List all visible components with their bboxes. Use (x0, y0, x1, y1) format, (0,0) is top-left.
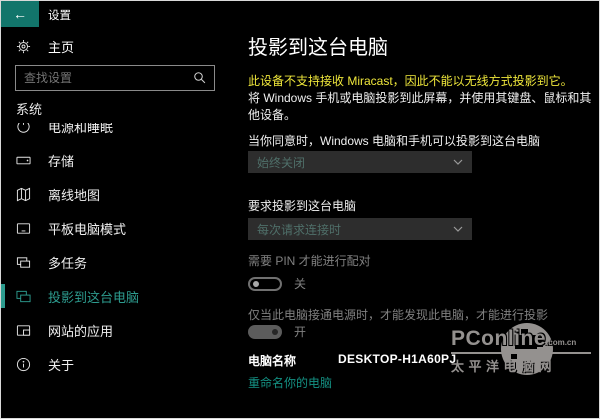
sidebar-nav: 电源和睡眠 存储 离线地图 (1, 123, 236, 413)
consent-dropdown[interactable]: 始终关闭 (248, 151, 472, 173)
consent-dropdown-value: 始终关闭 (257, 154, 305, 171)
sidebar-item-apps-for-websites[interactable]: 网站的应用 (1, 313, 236, 347)
sidebar-item-label: 离线地图 (48, 185, 100, 204)
power-toggle-label: 仅当此电脑接通电源时，才能发现此电脑，才能进行投影 (248, 306, 593, 323)
back-button[interactable]: ← (1, 1, 39, 27)
consent-dropdown-label: 当你同意时，Windows 电脑和手机可以投影到这台电脑 (248, 132, 593, 149)
sidebar-item-offline-maps[interactable]: 离线地图 (1, 177, 236, 211)
settings-window: ← 设置 主页 (0, 0, 600, 419)
window-title: 设置 (48, 7, 71, 23)
sidebar-item-label: 投影到这台电脑 (48, 287, 139, 306)
power-toggle-state: 开 (294, 323, 306, 340)
pconline-watermark: PConline.com.cn 太平洋电脑网 (451, 327, 591, 375)
sidebar-item-project-to-pc[interactable]: 投影到这台电脑 (1, 279, 236, 313)
pc-name-value: DESKTOP-H1A60PJ (338, 352, 456, 369)
search-box[interactable] (15, 65, 215, 91)
toggle-off-icon[interactable] (248, 277, 282, 291)
watermark-domain: .com.cn (546, 338, 576, 347)
chevron-down-icon (453, 226, 463, 232)
sidebar-item-multitasking[interactable]: 多任务 (1, 245, 236, 279)
selected-indicator (1, 284, 5, 308)
pin-toggle-label: 需要 PIN 才能进行配对 (248, 252, 593, 269)
rename-pc-link[interactable]: 重命名你的电脑 (248, 374, 332, 391)
sidebar-item-label: 多任务 (48, 253, 87, 272)
gear-icon (16, 39, 31, 54)
power-icon (16, 123, 31, 134)
ask-dropdown-label: 要求投影到这台电脑 (248, 197, 593, 214)
sidebar-item-tablet-mode[interactable]: 平板电脑模式 (1, 211, 236, 245)
sidebar-item-label: 电源和睡眠 (48, 123, 113, 136)
multitasking-icon (16, 255, 31, 270)
project-icon (16, 289, 31, 304)
sidebar: 主页 系统 电源和睡眠 (1, 27, 236, 418)
sidebar-item-label: 关于 (48, 355, 74, 374)
offline-maps-icon (16, 187, 31, 202)
pc-name-label: 电脑名称 (248, 352, 296, 369)
sidebar-item-label: 存储 (48, 151, 74, 170)
tablet-mode-icon (16, 221, 31, 236)
sidebar-item-label: 网站的应用 (48, 321, 113, 340)
storage-icon (16, 153, 31, 168)
sidebar-section-system: 系统 (16, 99, 42, 118)
sidebar-item-home[interactable]: 主页 (16, 37, 74, 56)
sidebar-item-power-sleep[interactable]: 电源和睡眠 (1, 123, 236, 143)
about-icon (16, 357, 31, 372)
sidebar-item-about[interactable]: 关于 (1, 347, 236, 381)
home-label: 主页 (48, 37, 74, 56)
pc-name-row: 电脑名称 DESKTOP-H1A60PJ (248, 352, 456, 369)
ask-dropdown[interactable]: 每次请求连接时 (248, 218, 472, 240)
pin-toggle[interactable]: 关 (248, 275, 306, 292)
titlebar: ← 设置 (1, 1, 599, 27)
sidebar-item-storage[interactable]: 存储 (1, 143, 236, 177)
page-description: 将 Windows 手机或电脑投影到此屏幕，并使用其键盘、鼠标和其他设备。 (248, 90, 600, 125)
watermark-brand: PConline.com.cn (451, 327, 591, 351)
chevron-down-icon (453, 159, 463, 165)
search-input[interactable] (16, 71, 193, 85)
page-title: 投影到这台电脑 (248, 31, 388, 60)
back-arrow-icon: ← (13, 6, 27, 22)
sidebar-item-label: 平板电脑模式 (48, 219, 126, 238)
power-toggle[interactable]: 开 (248, 323, 306, 340)
apps-for-websites-icon (16, 323, 31, 338)
miracast-warning: 此设备不支持接收 Miracast，因此不能以无线方式投影到它。 (248, 72, 593, 89)
ask-dropdown-value: 每次请求连接时 (257, 221, 341, 238)
toggle-on-icon[interactable] (248, 325, 282, 339)
search-icon[interactable] (193, 71, 207, 85)
watermark-subtitle: 太平洋电脑网 (451, 352, 591, 375)
pin-toggle-state: 关 (294, 275, 306, 292)
